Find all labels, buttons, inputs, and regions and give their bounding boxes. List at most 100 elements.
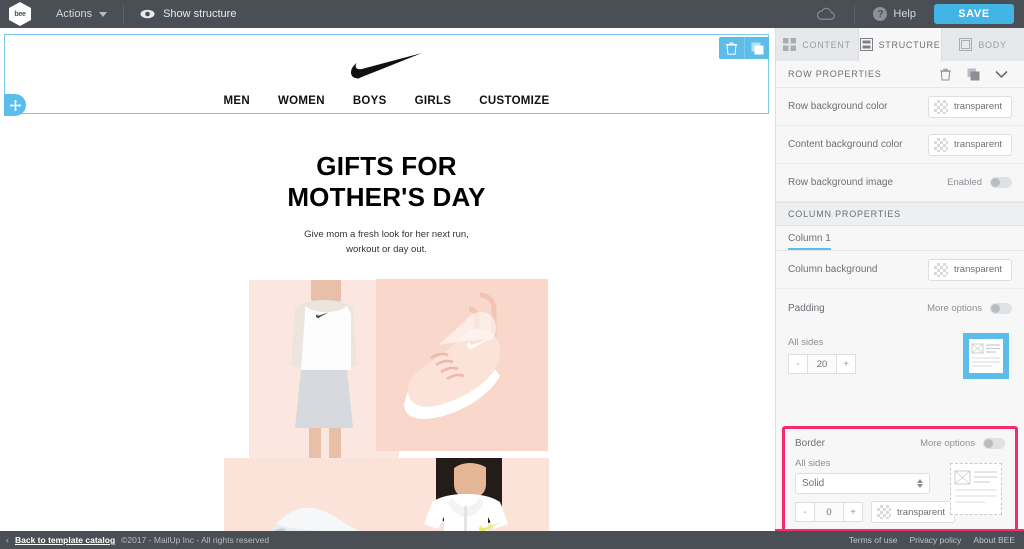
- padding-decrement-button[interactable]: -: [788, 354, 808, 374]
- border-label: Border: [795, 438, 826, 449]
- move-plus-icon: [9, 99, 21, 111]
- toolbar-divider-2: [854, 5, 856, 23]
- about-bee-link[interactable]: About BEE: [973, 535, 1015, 545]
- padding-more-options-label: More options: [927, 302, 982, 314]
- email-canvas[interactable]: MEN WOMEN BOYS GIRLS CUSTOMIZE GIFTS FOR…: [0, 28, 775, 531]
- transparent-swatch-icon: [934, 99, 948, 114]
- padding-value[interactable]: 20: [808, 354, 836, 374]
- show-structure-label: Show structure: [163, 8, 237, 20]
- hero-subhead-line1: Give mom a fresh look for her next run,: [304, 229, 469, 241]
- row-properties-collapse-button[interactable]: [987, 70, 1015, 79]
- app-root: bee Actions Show structure ? Help SAVE M…: [0, 0, 1024, 549]
- email-body: MEN WOMEN BOYS GIRLS CUSTOMIZE GIFTS FOR…: [5, 35, 768, 531]
- save-button[interactable]: SAVE: [934, 4, 1014, 24]
- color-value: transparent: [897, 506, 946, 518]
- help-button[interactable]: ? Help: [873, 7, 916, 21]
- app-footer: ‹ Back to template catalog ©2017 - MailU…: [0, 531, 1024, 549]
- row-background-color-picker[interactable]: transparent: [928, 95, 1012, 118]
- transparent-swatch-icon: [877, 505, 891, 519]
- field-row-background-color: Row background color transparent: [776, 88, 1024, 126]
- email-header-row[interactable]: MEN WOMEN BOYS GIRLS CUSTOMIZE: [5, 35, 768, 113]
- chevron-down-icon: [994, 70, 1008, 78]
- actions-label: Actions: [56, 8, 93, 20]
- show-structure-toggle[interactable]: Show structure: [140, 8, 236, 20]
- properties-panel: CONTENT STRUCTURE BODY ROW PROPERTIES Ro…: [775, 28, 1024, 536]
- row-properties-delete-button[interactable]: [931, 68, 959, 81]
- row-properties-header: ROW PROPERTIES: [776, 61, 1024, 88]
- add-row-handle[interactable]: [4, 94, 26, 116]
- help-icon: ?: [873, 7, 888, 21]
- email-nav: MEN WOMEN BOYS GIRLS CUSTOMIZE: [224, 95, 550, 107]
- border-width-increment-button[interactable]: +: [843, 502, 863, 522]
- nav-item-girls[interactable]: GIRLS: [415, 95, 452, 107]
- content-background-color-picker[interactable]: transparent: [928, 133, 1012, 156]
- back-to-template-catalog-link[interactable]: Back to template catalog: [15, 535, 115, 545]
- image-pink-running-shoe[interactable]: [376, 278, 548, 451]
- tab-structure[interactable]: STRUCTURE: [859, 28, 942, 61]
- tab-content[interactable]: CONTENT: [776, 28, 859, 61]
- field-row-background-image: Row background image Enabled: [776, 164, 1024, 202]
- row-background-image-toggle[interactable]: [990, 177, 1012, 188]
- email-image-grid[interactable]: [224, 278, 549, 531]
- bee-logo[interactable]: bee: [6, 0, 34, 28]
- top-toolbar-right: ? Help SAVE: [816, 0, 1024, 28]
- toolbar-divider: [123, 5, 125, 23]
- tab-content-label: CONTENT: [802, 39, 851, 50]
- border-width-stepper: - 0 +: [795, 502, 863, 522]
- panel-tabs: CONTENT STRUCTURE BODY: [776, 28, 1024, 61]
- copy-icon: [751, 42, 763, 54]
- border-settings-highlight: Border More options All sides Solid - 0 …: [782, 426, 1018, 536]
- transparent-swatch-icon: [934, 262, 948, 277]
- privacy-policy-link[interactable]: Privacy policy: [909, 535, 961, 545]
- hero-subhead-line2: workout or day out.: [346, 244, 427, 256]
- padding-preview-icon: [963, 333, 1009, 379]
- hero-headline: GIFTS FOR MOTHER'S DAY: [5, 151, 768, 212]
- terms-of-use-link[interactable]: Terms of use: [849, 535, 898, 545]
- row-toolbar: [719, 37, 769, 59]
- image-woman-in-windrunner-jacket[interactable]: [384, 457, 549, 531]
- row-properties-duplicate-button[interactable]: [959, 68, 987, 81]
- field-label: Content background color: [788, 139, 903, 150]
- hero-headline-line2: MOTHER'S DAY: [287, 181, 486, 212]
- border-more-options-label: More options: [920, 438, 975, 449]
- trash-icon: [726, 42, 737, 55]
- copyright-text: ©2017 - MailUp Inc - All rights reserved: [121, 535, 270, 545]
- eye-icon: [140, 9, 155, 19]
- column-background-color-picker[interactable]: transparent: [928, 258, 1012, 281]
- border-color-picker[interactable]: transparent: [871, 501, 955, 523]
- border-width-decrement-button[interactable]: -: [795, 502, 815, 522]
- top-toolbar: bee Actions Show structure ? Help SAVE: [0, 0, 1024, 28]
- chevron-down-icon: [99, 11, 108, 17]
- hero-headline-line1: GIFTS FOR: [316, 151, 457, 181]
- actions-menu[interactable]: Actions: [56, 8, 108, 20]
- nav-item-men[interactable]: MEN: [224, 95, 250, 107]
- select-arrows-icon: [917, 479, 923, 488]
- border-more-options-toggle[interactable]: [983, 438, 1005, 449]
- row-duplicate-button[interactable]: [744, 37, 769, 59]
- tab-body[interactable]: BODY: [942, 28, 1024, 61]
- padding-more-options-toggle[interactable]: [990, 302, 1012, 314]
- nav-item-women[interactable]: WOMEN: [278, 95, 325, 107]
- color-value: transparent: [954, 139, 1003, 150]
- nav-item-boys[interactable]: BOYS: [353, 95, 387, 107]
- field-label: Row background color: [788, 101, 888, 112]
- trash-icon: [939, 68, 951, 80]
- column-properties-title: COLUMN PROPERTIES: [788, 209, 901, 219]
- border-width-value[interactable]: 0: [815, 502, 843, 522]
- image-grey-running-shoe[interactable]: [224, 457, 386, 531]
- email-hero-row[interactable]: GIFTS FOR MOTHER'S DAY Give mom a fresh …: [5, 113, 768, 258]
- bee-logo-text: bee: [14, 10, 26, 18]
- row-delete-button[interactable]: [719, 37, 744, 59]
- padding-increment-button[interactable]: +: [836, 354, 856, 374]
- border-style-select[interactable]: Solid: [795, 473, 930, 494]
- padding-controls: All sides - 20 +: [776, 327, 1024, 387]
- field-padding: Padding More options: [776, 289, 1024, 327]
- column-tabs: Column 1: [776, 226, 1024, 251]
- border-preview-icon: [950, 463, 1002, 515]
- field-label: Column background: [788, 264, 878, 275]
- cloud-icon[interactable]: [816, 7, 836, 21]
- tab-column-1[interactable]: Column 1: [788, 233, 831, 250]
- nav-item-customize[interactable]: CUSTOMIZE: [479, 95, 549, 107]
- hero-subhead: Give mom a fresh look for her next run, …: [5, 228, 768, 257]
- color-value: transparent: [954, 101, 1003, 112]
